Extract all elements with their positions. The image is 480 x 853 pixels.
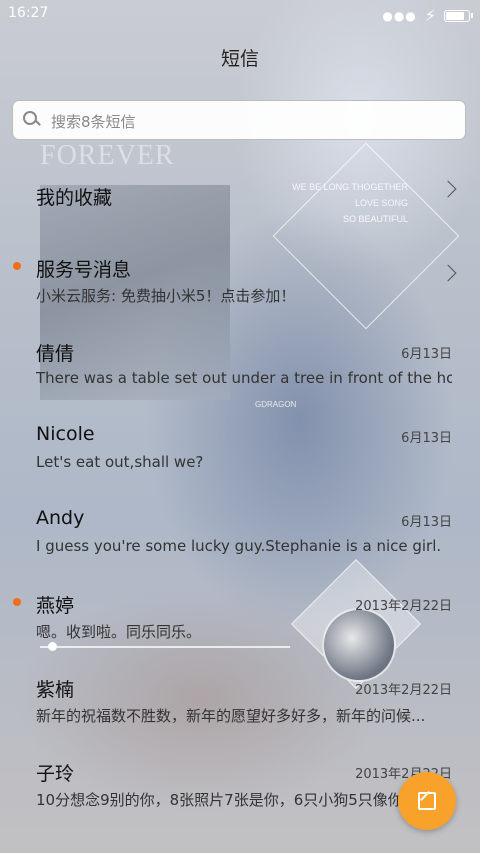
conversation-date: 2013年2月22日 <box>355 599 452 614</box>
status-bar: 16:27 ●●● ⚡ <box>0 0 480 28</box>
conversation-date: 2013年2月22日 <box>355 683 452 698</box>
battery-level <box>446 11 465 20</box>
conversation-item[interactable]: 倩倩 There was a table set out under a tree… <box>0 323 480 407</box>
conversation-preview: 10分想念9别的你，8张照片7张是你，6只小狗5只像你... <box>36 791 418 809</box>
unread-dot <box>13 262 21 270</box>
compose-button[interactable] <box>398 772 456 830</box>
charging-icon: ⚡ <box>424 6 436 25</box>
edit-icon <box>418 792 436 810</box>
status-time: 16:27 <box>8 5 49 21</box>
conversation-preview: 嗯。收到啦。同乐同乐。 <box>36 623 202 641</box>
chevron-right-icon <box>439 180 457 198</box>
conversation-name: Andy <box>36 507 85 529</box>
conversation-name: 紫楠 <box>36 679 75 701</box>
conversation-item[interactable]: 紫楠新年的祝福数不胜数，新年的愿望好多好多，新年的问候... 2013年2月22日 <box>0 659 480 743</box>
conversation-item[interactable]: Nicole Let's eat out,shall we? 6月13日 <box>0 407 480 491</box>
search-icon <box>23 111 37 125</box>
conversation-date: 6月13日 <box>401 347 452 362</box>
conversation-name: 燕婷 <box>36 595 75 617</box>
conversation-item[interactable]: 我的收藏 <box>0 155 480 239</box>
search-input[interactable]: 搜索8条短信 <box>12 100 466 140</box>
conversation-name: Nicole <box>36 423 95 445</box>
conversation-preview: There was a table set out under a tree i… <box>36 369 452 387</box>
conversation-name: 子玲 <box>36 763 75 785</box>
conversation-item[interactable]: 燕婷嗯。收到啦。同乐同乐。 2013年2月22日 <box>0 575 480 659</box>
conversation-date: 6月13日 <box>401 515 452 530</box>
conversation-name: 倩倩 <box>36 343 75 365</box>
battery-icon <box>444 9 473 22</box>
conversation-preview: I guess you're some lucky guy.Stephanie … <box>36 537 442 555</box>
conversation-item[interactable]: 服务号消息小米云服务: 免费抽小米5！点击参加！ <box>0 239 480 323</box>
conversation-item[interactable]: Andy I guess you're some lucky guy.Stepha… <box>0 491 480 575</box>
more-notifications-icon: ●●● <box>382 8 417 23</box>
status-icons: ●●● ⚡ <box>382 6 473 25</box>
conversation-preview: 小米云服务: 免费抽小米5！点击参加！ <box>36 287 296 305</box>
conversation-preview: 新年的祝福数不胜数，新年的愿望好多好多，新年的问候... <box>36 707 426 725</box>
page-title: 短信 <box>220 48 259 70</box>
conversation-name: 我的收藏 <box>36 187 113 209</box>
conversation-name: 服务号消息 <box>36 259 132 281</box>
chevron-right-icon <box>439 264 457 282</box>
conversation-date: 6月13日 <box>401 431 452 446</box>
search-placeholder: 搜索8条短信 <box>51 113 136 131</box>
unread-dot <box>13 598 21 606</box>
conversation-preview: Let's eat out,shall we? <box>36 453 204 471</box>
